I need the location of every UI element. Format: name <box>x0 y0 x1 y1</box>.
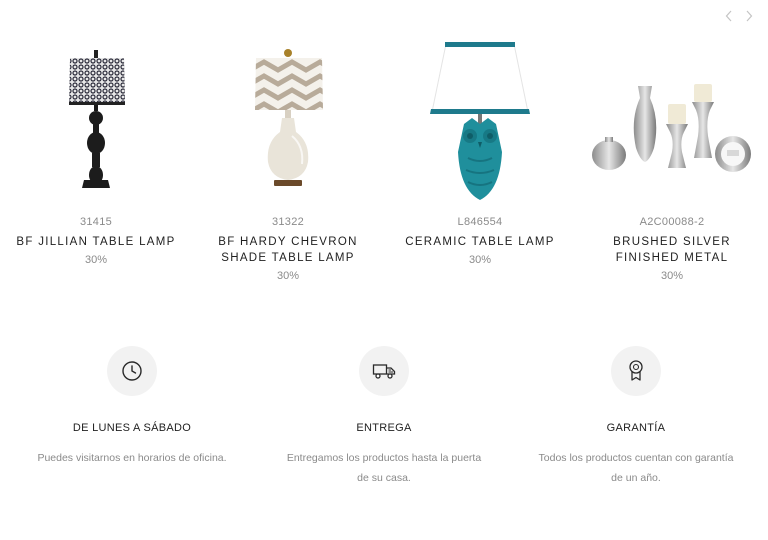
clock-icon <box>122 361 142 381</box>
product-sku: A2C00088-2 <box>639 216 705 228</box>
feature-description: Todos los productos cuentan con garantía… <box>538 452 734 484</box>
product-discount: 30% <box>468 254 492 266</box>
feature-icon-circle <box>107 346 157 396</box>
black-lamp-image <box>69 50 125 188</box>
product-sku: L846554 <box>457 216 503 228</box>
chevron-left-icon[interactable] <box>724 8 734 24</box>
award-ribbon-icon <box>629 360 643 381</box>
product-sku: 31415 <box>79 216 113 228</box>
feature-title: ENTREGA <box>356 422 412 434</box>
product-card[interactable]: L846554 CERAMIC TABLE LAMP 30% <box>384 40 576 266</box>
chevron-right-icon[interactable] <box>744 8 754 24</box>
feature-title: DE LUNES A SÁBADO <box>72 422 192 434</box>
product-discount: 30% <box>84 254 108 266</box>
product-name[interactable]: BRUSHED SILVER FINISHED METAL <box>576 234 768 266</box>
product-discount: 30% <box>660 270 684 282</box>
product-name[interactable]: BF HARDY CHEVRON SHADE TABLE LAMP <box>192 234 384 266</box>
features-section: DE LUNES A SÁBADO Puedes visitarnos en h… <box>0 346 768 496</box>
feature-description: Entregamos los productos hasta la puerta… <box>286 452 482 484</box>
truck-icon <box>372 364 396 379</box>
feature-description: Puedes visitarnos en horarios de oficina… <box>37 452 227 464</box>
product-image[interactable] <box>192 40 384 210</box>
feature-title: GARANTÍA <box>606 422 666 434</box>
product-name[interactable]: BF JILLIAN TABLE LAMP <box>0 234 192 250</box>
silver-decor-image <box>592 84 751 172</box>
chevron-lamp-image <box>255 49 323 186</box>
feature-schedule: DE LUNES A SÁBADO Puedes visitarnos en h… <box>12 346 252 468</box>
product-sku: 31322 <box>271 216 305 228</box>
carousel-nav <box>724 8 754 24</box>
product-card[interactable]: 31322 BF HARDY CHEVRON SHADE TABLE LAMP … <box>192 40 384 282</box>
product-image[interactable] <box>384 40 576 210</box>
product-card[interactable]: A2C00088-2 BRUSHED SILVER FINISHED METAL… <box>576 40 768 282</box>
feature-delivery: ENTREGA Entregamos los productos hasta l… <box>264 346 504 488</box>
product-card[interactable]: 31415 BF JILLIAN TABLE LAMP 30% <box>0 40 192 266</box>
owl-lamp-image <box>430 42 530 200</box>
product-image[interactable] <box>576 40 768 210</box>
product-discount: 30% <box>276 270 300 282</box>
feature-warranty: GARANTÍA Todos los productos cuentan con… <box>516 346 756 488</box>
feature-icon-circle <box>359 346 409 396</box>
product-name[interactable]: CERAMIC TABLE LAMP <box>384 234 576 250</box>
product-carousel: 31415 BF JILLIAN TABLE LAMP 30% 31322 BF… <box>0 40 768 290</box>
feature-icon-circle <box>611 346 661 396</box>
product-image[interactable] <box>0 40 192 210</box>
